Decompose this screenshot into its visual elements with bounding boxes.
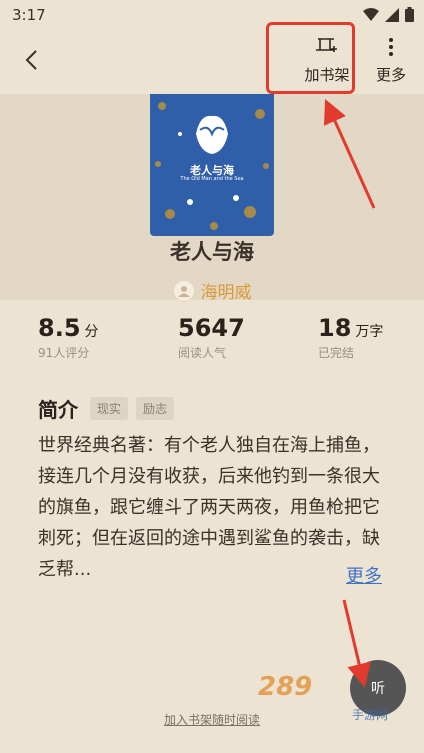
book-title: 老人与海 — [170, 240, 254, 264]
back-button[interactable] — [16, 44, 46, 76]
intro-heading: 简介 — [38, 398, 78, 422]
rating-caption: 91人评分 — [38, 346, 90, 360]
bottom-add-shelf-link[interactable]: 加入书架随时阅读 — [0, 711, 424, 728]
more-button[interactable]: 更多 — [368, 36, 414, 88]
more-vertical-icon — [389, 38, 393, 56]
intro-header: 简介 现实 励志 — [38, 394, 175, 423]
intro-more-link[interactable]: 更多 — [346, 562, 382, 588]
wordcount-caption: 已完结 — [318, 346, 355, 360]
wordcount-unit: 万字 — [355, 324, 384, 340]
wifi-icon — [363, 7, 379, 21]
author-name: 海明威 — [200, 283, 252, 303]
rating-unit: 分 — [84, 324, 99, 340]
bottom-link-label: 加入书架随时阅读 — [163, 713, 260, 727]
popularity-stat: 5647 阅读人气 — [178, 314, 249, 361]
status-time: 3:17 — [12, 6, 46, 24]
status-bar: 3:17 — [0, 0, 424, 30]
cover-subtitle: The Old Man and the Sea — [180, 176, 244, 182]
listen-label: 听 — [371, 681, 385, 697]
wordcount-stat: 18 万字 已完结 — [318, 314, 383, 361]
signal-icon — [385, 7, 399, 22]
author-avatar — [172, 279, 195, 302]
author-row[interactable]: 海明威 — [0, 278, 424, 303]
wordcount-value: 18 — [318, 314, 352, 342]
top-bar: 加书架 更多 — [0, 30, 424, 94]
watermark-logo: 289 — [258, 672, 313, 702]
status-icons — [363, 7, 414, 22]
more-label: 更多 — [375, 66, 406, 84]
intro-text: 世界经典名著：有个老人独自在海上捕鱼，接连几个月没有收获，后来他钓到一条很大的旗… — [38, 435, 380, 580]
highlight-box — [266, 22, 355, 94]
popularity-value: 5647 — [178, 314, 245, 342]
rating-stat: 8.5 分 91人评分 — [38, 314, 99, 361]
popularity-caption: 阅读人气 — [178, 346, 227, 360]
battery-icon — [405, 7, 414, 22]
book-cover[interactable]: 老人与海 The Old Man and the Sea — [150, 94, 274, 236]
chevron-left-icon — [25, 50, 37, 70]
rating-value: 8.5 — [38, 314, 81, 342]
tag-realism[interactable]: 现实 — [90, 397, 129, 420]
user-icon — [177, 285, 190, 297]
tag-inspirational[interactable]: 励志 — [136, 397, 175, 420]
book-stats: 8.5 分 91人评分 5647 阅读人气 18 万字 已完结 — [0, 314, 424, 374]
arrow-to-listen — [342, 599, 371, 688]
